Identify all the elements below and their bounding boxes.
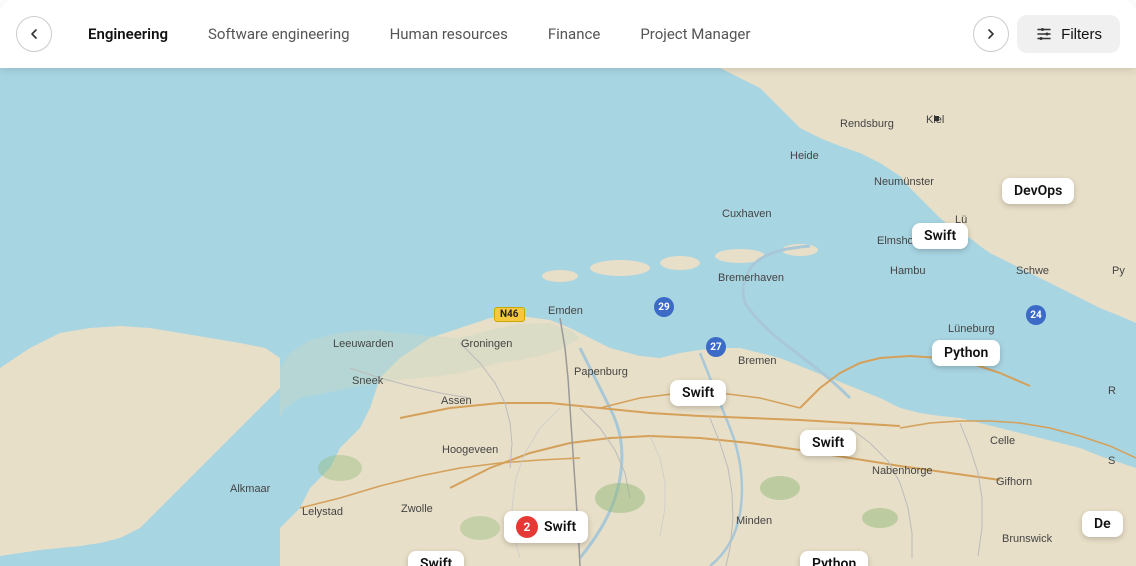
tab-engineering[interactable]: Engineering <box>68 17 188 51</box>
tab-human-resources[interactable]: Human resources <box>370 17 528 51</box>
dot-kiel <box>934 116 939 121</box>
map-background <box>0 68 1136 566</box>
map-container[interactable]: Rendsburg Kiel Heide Neumünster Cuxhaven… <box>0 68 1136 566</box>
tab-software-engineering[interactable]: Software engineering <box>188 17 370 51</box>
sliders-icon <box>1035 25 1053 43</box>
filters-button[interactable]: Filters <box>1017 15 1120 53</box>
forward-button[interactable] <box>973 16 1009 52</box>
tab-finance[interactable]: Finance <box>528 17 620 51</box>
back-button[interactable] <box>16 16 52 52</box>
nav-tabs: Engineering Software engineering Human r… <box>68 17 957 51</box>
tab-project-manager[interactable]: Project Manager <box>620 17 770 51</box>
filters-label: Filters <box>1061 26 1102 43</box>
navbar: Engineering Software engineering Human r… <box>0 0 1136 68</box>
